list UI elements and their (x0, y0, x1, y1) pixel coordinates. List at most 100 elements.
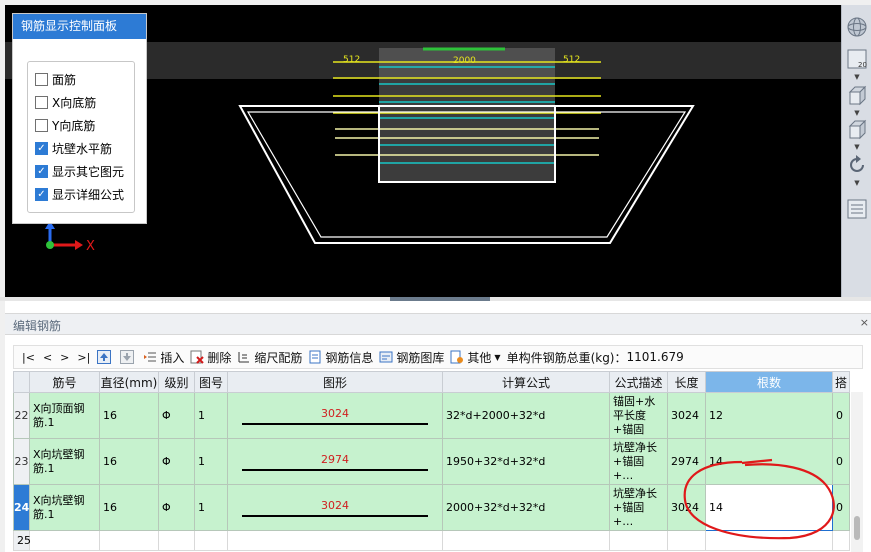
cell-grade[interactable]: Φ (158, 392, 195, 439)
table-row[interactable]: 22 X向顶面钢筋.1 16 Φ 1 3024 32*d+2000+32*d 锚… (13, 392, 850, 439)
cell-grade[interactable]: Φ (158, 438, 195, 485)
cell-diameter[interactable]: 16 (99, 392, 159, 439)
col-grade[interactable]: 级别 (158, 371, 195, 393)
cell-count[interactable]: 14 (705, 438, 833, 485)
view-toolbar: 20 ▼ ▼ ▼ ▼ (841, 5, 871, 297)
row-index[interactable]: 24 (13, 484, 30, 531)
cell-count[interactable]: 12 (705, 392, 833, 439)
nav-prev-button[interactable]: < (39, 347, 56, 367)
cell-length[interactable]: 3024 (667, 484, 706, 531)
nav-next-button[interactable]: > (56, 347, 73, 367)
rotate-icon[interactable] (845, 153, 869, 177)
arrow-down-icon (120, 350, 135, 364)
col-length[interactable]: 长度 (667, 371, 706, 393)
table-row[interactable]: 23 X向坑壁钢筋.1 16 Φ 1 2974 1950+32*d+32*d 坑… (13, 438, 850, 485)
view-cube-front-icon[interactable] (845, 83, 869, 107)
chevron-down-icon[interactable]: ▼ (853, 143, 861, 151)
cell-formula-desc[interactable]: 坑壁净长+锚固+… (609, 438, 668, 485)
option-wall-horizontal-rebar[interactable]: ✓ 坑壁水平筋 (35, 140, 112, 156)
chevron-down-icon[interactable]: ▼ (853, 179, 861, 187)
total-weight: 单构件钢筋总重(kg)： 1101.679 (506, 350, 684, 365)
insert-row-icon (144, 352, 157, 362)
cell-shape[interactable]: 3024 (227, 392, 443, 439)
cell-figure-no[interactable]: 1 (194, 438, 228, 485)
col-formula[interactable]: 计算公式 (442, 371, 610, 393)
row-index[interactable]: 23 (13, 438, 30, 485)
nav-first-button[interactable]: |< (18, 347, 39, 367)
cell-formula[interactable]: 1950+32*d+32*d (442, 438, 610, 485)
chevron-down-icon[interactable]: ▼ (853, 73, 861, 81)
option-show-other-elements[interactable]: ✓ 显示其它图元 (35, 163, 124, 179)
other-menu-button[interactable]: 其他 ▼ (447, 347, 503, 367)
checkbox-icon[interactable] (35, 95, 48, 109)
rebar-shape-line (242, 422, 428, 425)
cell-figure-no[interactable]: 1 (194, 392, 228, 439)
option-top-rebar[interactable]: 面筋 (35, 71, 76, 87)
rebar-3d-viewport[interactable]: 512 2000 512 X 钢筋显示控制面板 面筋 X向底筋 Y向底筋 ✓ 坑… (5, 5, 841, 297)
app-window: 512 2000 512 X 钢筋显示控制面板 面筋 X向底筋 Y向底筋 ✓ 坑… (0, 0, 871, 552)
checkbox-checked-icon[interactable]: ✓ (35, 141, 48, 155)
cell-count-editing[interactable]: 14 (705, 484, 833, 531)
table-row-empty[interactable]: 25 (13, 530, 850, 551)
cell-lap[interactable]: 0 (832, 438, 850, 485)
option-x-bottom-rebar[interactable]: X向底筋 (35, 94, 96, 110)
nav-last-button[interactable]: >| (73, 347, 94, 367)
row-index[interactable]: 25 (13, 530, 31, 551)
checkbox-checked-icon[interactable]: ✓ (35, 187, 48, 201)
move-up-button[interactable] (94, 347, 117, 367)
option-y-bottom-rebar[interactable]: Y向底筋 (35, 117, 95, 133)
col-figure-no[interactable]: 图号 (194, 371, 228, 393)
close-icon[interactable]: × (860, 316, 869, 329)
col-shape[interactable]: 图形 (227, 371, 443, 393)
col-rebar-no[interactable]: 筋号 (29, 371, 100, 393)
checkbox-checked-icon[interactable]: ✓ (35, 164, 48, 178)
zoom-window-icon[interactable]: 20 (845, 47, 869, 71)
option-show-formula[interactable]: ✓ 显示详细公式 (35, 186, 124, 202)
axis-gizmo: X (45, 221, 95, 254)
delete-button[interactable]: 删除 (187, 347, 234, 367)
scrollbar-thumb[interactable] (854, 516, 860, 540)
cell-shape[interactable]: 2974 (227, 438, 443, 485)
cell-rebar-no[interactable]: X向坑壁钢筋.1 (29, 484, 100, 531)
cell-length[interactable]: 2974 (667, 438, 706, 485)
cell-diameter[interactable]: 16 (99, 438, 159, 485)
cell-formula-desc[interactable]: 坑壁净长+锚固+… (609, 484, 668, 531)
cell-formula[interactable]: 2000+32*d+32*d (442, 484, 610, 531)
insert-button[interactable]: 插入 (140, 347, 187, 367)
rebar-info-button[interactable]: 钢筋信息 (305, 347, 376, 367)
cell-shape[interactable]: 3024 (227, 484, 443, 531)
move-down-button[interactable] (117, 347, 140, 367)
col-lap[interactable]: 搭 (832, 371, 850, 393)
settings-doc-icon (450, 350, 464, 364)
cell-figure-no[interactable]: 1 (194, 484, 228, 531)
scale-rebar-button[interactable]: 缩尺配筋 (234, 347, 305, 367)
row-index[interactable]: 22 (13, 392, 30, 439)
cell-grade[interactable]: Φ (158, 484, 195, 531)
rebar-shape-line (242, 468, 428, 471)
cell-length[interactable]: 3024 (667, 392, 706, 439)
col-count[interactable]: 根数 (705, 371, 833, 393)
globe-icon[interactable] (845, 15, 869, 39)
cell-rebar-no[interactable]: X向坑壁钢筋.1 (29, 438, 100, 485)
col-diameter[interactable]: 直径(mm) (99, 371, 159, 393)
cell-rebar-no[interactable]: X向顶面钢筋.1 (29, 392, 100, 439)
chevron-down-icon: ▼ (494, 352, 501, 362)
table-row-selected[interactable]: 24 X向坑壁钢筋.1 16 Φ 1 3024 2000+32*d+32*d 坑… (13, 484, 850, 531)
pane-header: 编辑钢筋 × (5, 313, 871, 335)
cell-formula[interactable]: 32*d+2000+32*d (442, 392, 610, 439)
chevron-down-icon[interactable]: ▼ (853, 109, 861, 117)
cell-diameter[interactable]: 16 (99, 484, 159, 531)
rebar-table: 筋号 直径(mm) 级别 图号 图形 计算公式 公式描述 长度 根数 搭 22 (13, 371, 863, 552)
cell-lap[interactable]: 0 (832, 484, 850, 531)
col-formula-desc[interactable]: 公式描述 (609, 371, 668, 393)
rebar-library-button[interactable]: 钢筋图库 (376, 347, 447, 367)
checkbox-icon[interactable] (35, 72, 48, 86)
cell-lap[interactable]: 0 (832, 392, 850, 439)
section-block (379, 48, 555, 182)
checkbox-icon[interactable] (35, 118, 48, 132)
scale-icon (238, 352, 250, 363)
view-cube-icon[interactable] (845, 117, 869, 141)
vertical-scrollbar[interactable] (851, 392, 863, 552)
layer-list-icon[interactable] (845, 197, 869, 221)
cell-formula-desc[interactable]: 锚固+水平长度+锚固 (609, 392, 668, 439)
